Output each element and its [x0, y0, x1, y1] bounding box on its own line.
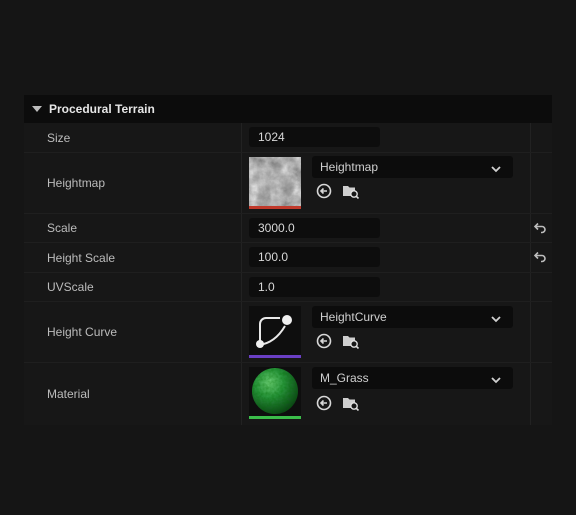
property-row-height-curve: Height Curve HeightCurve	[24, 302, 552, 363]
heightmap-asset-name: Heightmap	[320, 160, 379, 174]
property-label-height-scale: Height Scale	[47, 250, 116, 265]
property-row-height-scale: Height Scale 100.0	[24, 243, 552, 273]
browse-asset-icon[interactable]	[342, 333, 360, 349]
browse-asset-icon[interactable]	[342, 183, 360, 199]
use-selected-icon[interactable]	[316, 183, 332, 199]
chevron-down-icon	[491, 162, 501, 176]
texture-type-bar	[249, 206, 301, 209]
property-label-size: Size	[47, 130, 71, 145]
chevron-down-icon	[491, 373, 501, 387]
property-label-scale: Scale	[47, 221, 78, 235]
use-selected-icon[interactable]	[316, 395, 332, 411]
curve-type-bar	[249, 355, 301, 358]
property-label-height-curve: Height Curve	[47, 325, 118, 339]
size-input[interactable]: 1024	[249, 127, 380, 147]
material-sphere-icon	[249, 367, 301, 416]
height-curve-thumbnail[interactable]	[249, 306, 301, 358]
scale-input[interactable]: 3000.0	[249, 218, 380, 238]
height-curve-asset-name: HeightCurve	[320, 310, 387, 324]
property-row-size: Size 1024	[24, 123, 552, 153]
height-curve-asset-dropdown[interactable]: HeightCurve	[312, 306, 513, 328]
material-asset-name: M_Grass	[320, 371, 369, 385]
browse-asset-icon[interactable]	[342, 395, 360, 411]
material-type-bar	[249, 416, 301, 419]
collapse-caret-icon[interactable]	[32, 106, 42, 112]
height-scale-input[interactable]: 100.0	[249, 247, 380, 267]
property-row-scale: Scale 3000.0	[24, 214, 552, 243]
property-label-heightmap: Heightmap	[47, 176, 106, 190]
property-row-material: Material M_Grass	[24, 363, 552, 425]
category-header[interactable]: Procedural Terrain	[24, 95, 552, 123]
noise-texture-icon	[249, 157, 301, 206]
heightmap-thumbnail[interactable]	[249, 157, 301, 209]
property-label-material: Material	[47, 387, 90, 401]
use-selected-icon[interactable]	[316, 333, 332, 349]
property-label-uvscale: UVScale	[47, 280, 94, 294]
material-asset-dropdown[interactable]: M_Grass	[312, 367, 513, 389]
category-title: Procedural Terrain	[49, 102, 155, 116]
uvscale-input[interactable]: 1.0	[249, 277, 380, 297]
chevron-down-icon	[491, 312, 501, 326]
material-thumbnail[interactable]	[249, 367, 301, 419]
heightmap-asset-dropdown[interactable]: Heightmap	[312, 156, 513, 178]
property-row-uvscale: UVScale 1.0	[24, 273, 552, 302]
property-row-heightmap: Heightmap Heightmap	[24, 153, 552, 214]
details-panel: Procedural Terrain Size 1024 Heightmap H…	[24, 95, 552, 425]
reset-arrow-icon[interactable]	[532, 220, 548, 236]
reset-arrow-icon[interactable]	[532, 249, 548, 265]
curve-asset-icon	[249, 306, 301, 355]
